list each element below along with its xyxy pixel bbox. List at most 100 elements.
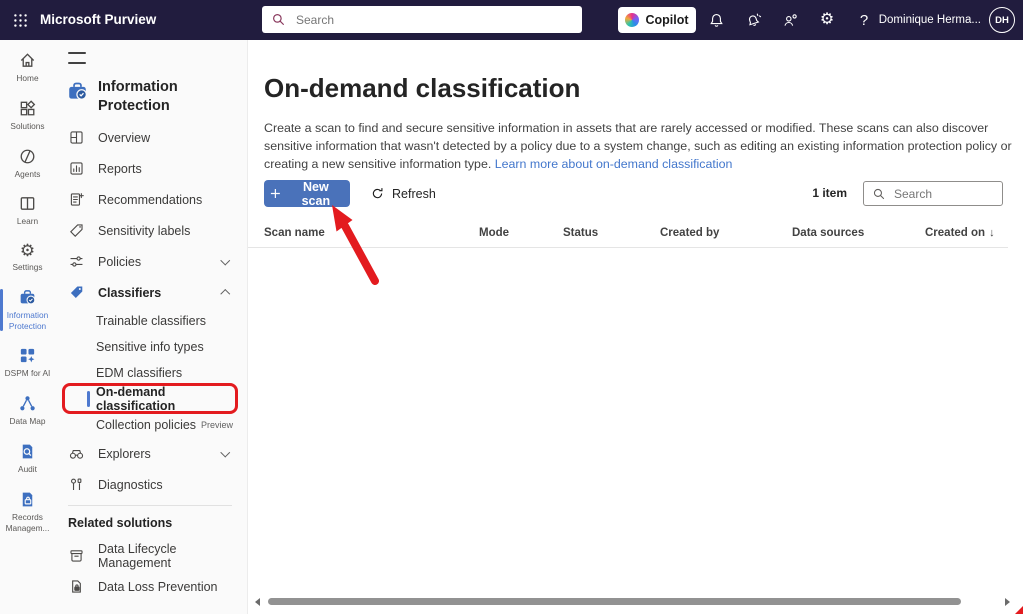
data-map-icon <box>18 394 37 413</box>
feedback-icon[interactable] <box>778 8 802 32</box>
rail-item-audit[interactable]: Audit <box>0 436 55 482</box>
sidebar-item-collection-policies[interactable]: Collection policies Preview <box>55 412 247 438</box>
preview-badge: Preview <box>201 420 233 430</box>
new-scan-button[interactable]: New scan <box>264 180 350 207</box>
data-loss-prevention-icon <box>68 578 85 595</box>
search-icon <box>872 187 886 201</box>
table-search-input[interactable] <box>892 186 994 202</box>
sidebar-item-overview[interactable]: Overview <box>55 122 247 153</box>
scroll-right-arrow[interactable] <box>1005 598 1010 606</box>
information-protection-icon <box>18 288 37 307</box>
column-header-status[interactable]: Status <box>563 227 598 239</box>
settings-gear-icon[interactable]: ⚙ <box>815 8 839 32</box>
information-protection-icon <box>66 80 89 103</box>
sensitivity-labels-icon <box>68 222 85 239</box>
copilot-button[interactable]: Copilot <box>618 7 696 33</box>
related-solutions-header: Related solutions <box>68 516 172 530</box>
records-management-icon <box>18 490 37 509</box>
scrollbar-thumb[interactable] <box>268 598 961 605</box>
chevron-up-icon <box>220 290 229 299</box>
learn-more-link[interactable]: Learn more about on-demand classificatio… <box>495 157 733 171</box>
home-icon <box>18 51 37 70</box>
help-icon[interactable]: ? <box>852 8 876 32</box>
toolbar: New scan Refresh 1 item <box>264 180 1003 208</box>
red-corner-mark <box>1015 606 1023 614</box>
solutions-icon <box>18 99 37 118</box>
sidebar-item-data-lifecycle-management[interactable]: Data Lifecycle Management <box>55 540 247 571</box>
sidebar-nav: Overview Reports Recommendations Sensiti… <box>55 122 247 500</box>
column-header-scan-name[interactable]: Scan name <box>264 227 325 239</box>
sidebar-divider <box>68 505 232 506</box>
plus-icon <box>270 188 281 199</box>
settings-gear-icon: ⚙ <box>20 242 35 259</box>
sidebar-item-on-demand-classification[interactable]: On-demand classification <box>55 386 247 412</box>
column-header-mode[interactable]: Mode <box>479 227 509 239</box>
item-count: 1 item <box>812 186 847 200</box>
sidebar-item-edm-classifiers[interactable]: EDM classifiers <box>55 360 247 386</box>
copilot-logo-icon <box>625 13 639 27</box>
sidebar-header: Information Protection <box>66 78 223 116</box>
classifiers-tag-icon <box>68 284 85 301</box>
sidebar-item-trainable-classifiers[interactable]: Trainable classifiers <box>55 308 247 334</box>
refresh-icon <box>370 186 385 201</box>
rail-item-learn[interactable]: Learn <box>0 188 55 234</box>
policies-sliders-icon <box>68 253 85 270</box>
sidebar-item-classifiers[interactable]: Classifiers <box>55 277 247 308</box>
rail-item-data-map[interactable]: Data Map <box>0 388 55 434</box>
sidebar-item-explorers[interactable]: Explorers <box>55 438 247 469</box>
rail-item-dspm-for-ai[interactable]: DSPM for AI <box>0 340 55 386</box>
dspm-for-ai-icon <box>18 346 37 365</box>
chevron-down-icon <box>220 448 229 457</box>
rail-item-solutions[interactable]: Solutions <box>0 93 55 139</box>
column-header-created-by[interactable]: Created by <box>660 227 719 239</box>
collapse-menu-icon[interactable] <box>68 52 86 64</box>
horizontal-scrollbar <box>248 594 1023 610</box>
data-lifecycle-management-icon <box>68 547 85 564</box>
table-search-box[interactable] <box>863 181 1003 206</box>
rail-item-records-management[interactable]: Records Managem... <box>0 484 55 541</box>
topbar-icon-group: ⚙ ? <box>704 0 889 40</box>
sidebar-item-policies[interactable]: Policies <box>55 246 247 277</box>
app-launcher-waffle-icon[interactable] <box>8 8 32 32</box>
whats-new-bell-icon[interactable] <box>741 8 765 32</box>
page-description: Create a scan to find and secure sensiti… <box>264 120 1016 174</box>
explorers-binoculars-icon <box>68 445 85 462</box>
sidebar-item-data-loss-prevention[interactable]: Data Loss Prevention <box>55 571 247 602</box>
selected-indicator-bar <box>87 391 90 407</box>
overview-icon <box>68 129 85 146</box>
left-rail: Home Solutions Agents Learn ⚙ Settings I… <box>0 40 55 614</box>
sidebar-item-diagnostics[interactable]: Diagnostics <box>55 469 247 500</box>
search-icon <box>271 12 286 27</box>
notifications-bell-icon[interactable] <box>704 8 728 32</box>
sidebar-item-recommendations[interactable]: Recommendations <box>55 184 247 215</box>
avatar[interactable]: DH <box>989 7 1015 33</box>
rail-item-agents[interactable]: Agents <box>0 141 55 187</box>
rail-item-information-protection[interactable]: Information Protection <box>0 282 55 339</box>
sidebar-item-sensitive-info-types[interactable]: Sensitive info types <box>55 334 247 360</box>
global-search-input[interactable] <box>294 12 573 28</box>
user-name[interactable]: Dominique Herma... <box>879 14 981 26</box>
global-search-box[interactable] <box>262 6 582 33</box>
scroll-left-arrow[interactable] <box>255 598 260 606</box>
related-solutions-list: Data Lifecycle Management Data Loss Prev… <box>55 540 247 602</box>
chevron-down-icon <box>220 256 229 265</box>
recommendations-icon <box>68 191 85 208</box>
sidebar-item-sensitivity-labels[interactable]: Sensitivity labels <box>55 215 247 246</box>
sidebar-title: Information Protection <box>98 78 223 116</box>
top-bar: Microsoft Purview Copilot <box>0 0 1023 40</box>
app-title: Microsoft Purview <box>40 12 156 27</box>
main-content: On-demand classification Create a scan t… <box>247 40 1023 614</box>
learn-book-icon <box>18 194 37 213</box>
table-header-row: Scan name Mode Status Created by Data so… <box>248 222 1008 248</box>
column-header-created-on[interactable]: Created on↓ <box>925 227 995 239</box>
sort-descending-icon: ↓ <box>989 227 995 239</box>
agents-icon <box>18 147 37 166</box>
rail-item-home[interactable]: Home <box>0 45 55 91</box>
audit-icon <box>18 442 37 461</box>
rail-item-settings[interactable]: ⚙ Settings <box>0 236 55 280</box>
reports-icon <box>68 160 85 177</box>
column-header-data-sources[interactable]: Data sources <box>792 227 864 239</box>
refresh-button[interactable]: Refresh <box>364 180 442 207</box>
copilot-label: Copilot <box>645 13 688 27</box>
sidebar-item-reports[interactable]: Reports <box>55 153 247 184</box>
